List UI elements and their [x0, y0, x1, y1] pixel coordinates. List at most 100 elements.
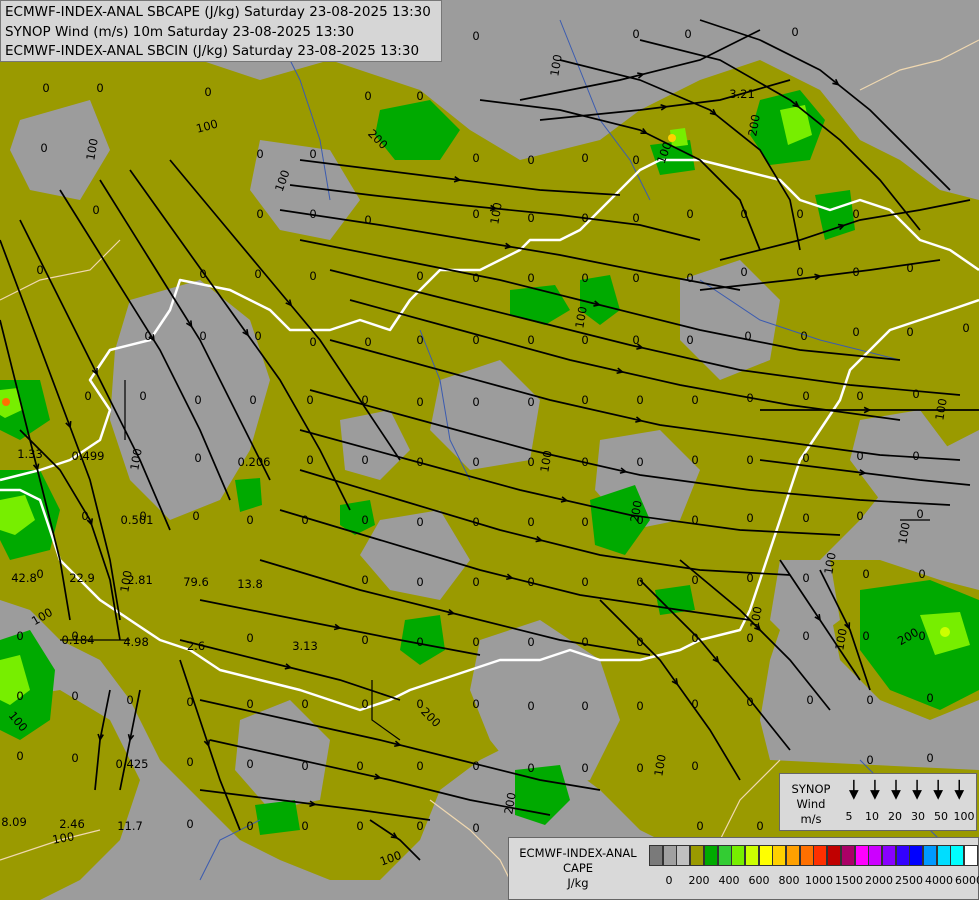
map-value-label: 0: [636, 635, 643, 649]
map-value-label: 0: [472, 515, 479, 529]
map-value-label: 0: [246, 757, 253, 771]
map-value-label: 0: [800, 329, 807, 343]
wind-value: 5: [845, 810, 853, 823]
map-value-label: 0: [364, 335, 371, 349]
map-value-label: 0: [246, 631, 253, 645]
map-value-label: 0: [581, 455, 588, 469]
map-value-label: 0: [416, 515, 423, 529]
map-value-label: 0: [636, 455, 643, 469]
map-value-label: 0: [740, 207, 747, 221]
map-value-label: 0: [246, 697, 253, 711]
map-value-label: 0: [636, 575, 643, 589]
map-value-label: 0: [581, 761, 588, 775]
map-value-label: 0: [918, 567, 925, 581]
map-value-label: 79.6: [183, 575, 209, 589]
map-value-label: 0: [926, 691, 933, 705]
cape-legend-swatch: [703, 845, 718, 866]
map-value-label: 0: [740, 265, 747, 279]
map-value-label: 0: [632, 27, 639, 41]
map-value-label: 3.21: [729, 87, 755, 101]
map-value-label: 0: [472, 395, 479, 409]
cape-legend-swatch: [923, 845, 937, 866]
map-value-label: 0: [81, 509, 88, 523]
map-value-label: 0: [802, 571, 809, 585]
map-value-label: 0: [691, 631, 698, 645]
map-value-label: 22.9: [69, 571, 95, 585]
map-value-label: 0: [36, 263, 43, 277]
map-value-label: 0: [199, 267, 206, 281]
map-value-label: 0: [856, 509, 863, 523]
map-value-label: 0: [912, 387, 919, 401]
map-value-label: 0: [306, 453, 313, 467]
map-value-label: 0: [581, 333, 588, 347]
map-value-label: 0: [256, 207, 263, 221]
map-value-label: 0: [527, 515, 534, 529]
cape-legend-tick: 400: [718, 874, 740, 887]
map-value-label: 0: [962, 321, 969, 335]
map-value-label: 0: [254, 329, 261, 343]
map-value-label: 0: [361, 697, 368, 711]
map-value-label: 0: [636, 761, 643, 775]
wind-value: 10: [865, 810, 879, 823]
cape-legend-tick: 2000: [865, 874, 893, 887]
map-value-label: 0: [632, 153, 639, 167]
cape-legend-tick: 4000: [925, 874, 953, 887]
map-value-label: 0: [802, 629, 809, 643]
map-value-label: 0: [309, 269, 316, 283]
map-value-label: 0: [361, 573, 368, 587]
map-value-label: 0: [301, 759, 308, 773]
cape-legend-swatch: [936, 845, 951, 866]
map-value-label: 0: [92, 203, 99, 217]
cape-legend-swatch: [964, 845, 979, 866]
map-value-label: 0: [796, 265, 803, 279]
map-value-label: 0: [416, 269, 423, 283]
map-value-label: 0: [632, 333, 639, 347]
map-value-label: 11.7: [117, 819, 143, 833]
map-value-label: 0: [581, 271, 588, 285]
cape-legend-swatch: [731, 845, 746, 866]
cape-legend-swatch: [854, 845, 869, 866]
map-value-label: 0: [472, 151, 479, 165]
map-value-label: 0.206: [238, 455, 271, 469]
map-value-label: 42.8: [11, 571, 37, 585]
map-value-label: 0: [186, 695, 193, 709]
map-value-label: 0: [356, 759, 363, 773]
map-value-label: 0: [361, 393, 368, 407]
map-value-label: 0: [756, 819, 763, 833]
cape-legend-swatch: [827, 845, 842, 866]
map-value-label: 0: [246, 513, 253, 527]
wind-legend-title-line1: SYNOP: [791, 782, 831, 796]
map-value-label: 4.98: [123, 635, 149, 649]
cape-legend-swatch: [813, 845, 828, 866]
map-value-label: 0: [636, 699, 643, 713]
wind-legend-arrowhead: [848, 790, 859, 800]
map-value-label: 0: [416, 819, 423, 833]
map-value-label: 0: [71, 689, 78, 703]
map-value-label: 0: [632, 271, 639, 285]
map-value-label: 0: [306, 393, 313, 407]
map-value-label: 0: [856, 449, 863, 463]
map-value-label: 0: [802, 451, 809, 465]
map-value-label: 0: [472, 759, 479, 773]
map-value-label: 0: [581, 699, 588, 713]
map-value-label: 0: [926, 751, 933, 765]
map-value-label: 0: [686, 333, 693, 347]
cape-legend-tick: 1000: [805, 874, 833, 887]
cape-legend-tick: 200: [688, 874, 710, 887]
map-value-label: 0: [686, 207, 693, 221]
map-value-label: 0: [309, 207, 316, 221]
map-value-label: 13.8: [237, 577, 263, 591]
map-value-label: 0: [126, 693, 133, 707]
cape-legend-ticks: 0 200 400 600 800 100015002000250040006000: [649, 874, 979, 888]
cape-legend-swatch: [717, 845, 732, 866]
map-value-label: 0: [361, 633, 368, 647]
map-value-label: 8.09: [1, 815, 27, 829]
map-value-label: 0: [472, 455, 479, 469]
map-value-label: 0: [186, 817, 193, 831]
map-value-label: 0: [527, 153, 534, 167]
map-value-label: 0: [416, 333, 423, 347]
map-value-label: 0: [691, 697, 698, 711]
title-wind: SYNOP Wind (m/s) 10m Saturday 23-08-2025…: [5, 23, 355, 40]
wind-legend-values: 5 10 20 30 50 100: [838, 810, 976, 824]
wind-legend-arrowhead: [891, 790, 901, 800]
